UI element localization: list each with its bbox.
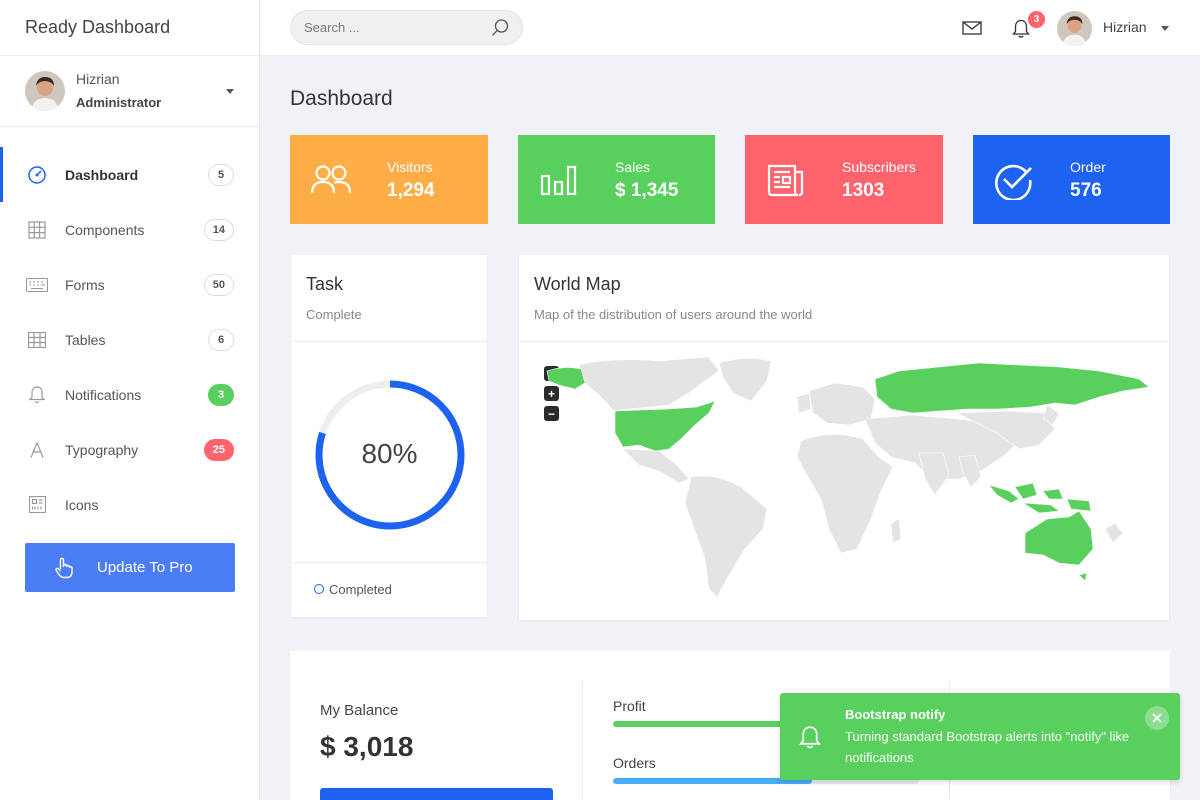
sidebar-item-dashboard[interactable]: Dashboard 5: [0, 147, 259, 202]
sidebar-item-notifications[interactable]: Notifications 3: [0, 367, 259, 422]
check-circle-icon: [995, 164, 1032, 200]
divider: [582, 681, 583, 800]
sidebar-item-label: Icons: [65, 496, 99, 513]
legend-label: Completed: [329, 582, 392, 597]
bar-chart-icon: [540, 165, 577, 196]
newspaper-icon: [767, 164, 804, 197]
sidebar: Ready Dashboard Hizrian Administrator Da…: [0, 0, 260, 800]
orders-label: Orders: [613, 755, 656, 771]
stat-value: 1303: [842, 180, 885, 201]
divider: [291, 562, 487, 563]
stat-card-subscribers: Subscribers 1303: [745, 135, 943, 224]
search-input[interactable]: [291, 11, 471, 44]
stat-label: Sales: [615, 159, 651, 175]
world-map-title: World Map: [534, 274, 621, 294]
count-badge: 6: [208, 328, 234, 351]
caret-down-icon[interactable]: [226, 89, 234, 94]
icon-grid-icon: [25, 493, 49, 517]
sidebar-item-typography[interactable]: Typography 25: [0, 422, 259, 477]
sidebar-user-name: Hizrian: [76, 71, 120, 87]
stat-card-order: Order 576: [973, 135, 1170, 224]
sidebar-item-components[interactable]: Components 14: [0, 202, 259, 257]
avatar: [25, 71, 65, 111]
close-icon: [1152, 713, 1162, 723]
balance-value: $ 3,018: [320, 731, 414, 762]
speedometer-icon: [25, 163, 49, 187]
toast-title: Bootstrap notify: [845, 707, 946, 722]
mail-icon[interactable]: [962, 20, 982, 36]
update-to-pro-label: Update To Pro: [97, 559, 193, 576]
search-box: [290, 10, 523, 45]
search-icon[interactable]: [491, 18, 510, 37]
sidebar-user[interactable]: Hizrian Administrator: [0, 56, 259, 127]
count-badge: 14: [203, 218, 234, 241]
stat-label: Order: [1070, 159, 1106, 175]
sidebar-item-tables[interactable]: Tables 6: [0, 312, 259, 367]
count-badge: 5: [208, 163, 234, 186]
stat-card-sales: Sales $ 1,345: [518, 135, 715, 224]
topbar-user-name[interactable]: Hizrian: [1103, 19, 1147, 35]
topbar: 3 Hizrian: [260, 0, 1200, 56]
users-icon: [310, 165, 352, 194]
world-map[interactable]: [519, 353, 1169, 603]
task-title: Task: [306, 274, 344, 294]
divider: [291, 341, 487, 342]
stat-card-visitors: Visitors 1,294: [290, 135, 488, 224]
sidebar-item-label: Typography: [65, 441, 139, 458]
sidebar-item-label: Notifications: [65, 386, 142, 403]
stat-value: 1,294: [387, 180, 435, 201]
sidebar-user-role: Administrator: [76, 95, 162, 110]
grid-icon: [25, 218, 49, 242]
sidebar-item-label: Tables: [65, 331, 106, 348]
count-badge: 50: [203, 273, 234, 296]
sidebar-item-label: Components: [65, 221, 145, 238]
keyboard-icon: [25, 273, 49, 297]
bell-icon: [799, 726, 821, 749]
task-card: Task Complete 80% Completed: [291, 255, 487, 617]
stat-value: $ 1,345: [615, 180, 679, 201]
stat-label: Visitors: [387, 159, 433, 175]
count-badge: 25: [203, 438, 234, 461]
notification-count-badge: 3: [1028, 11, 1045, 28]
count-badge: 3: [208, 383, 234, 406]
profit-label: Profit: [613, 698, 646, 714]
hand-pointer-icon: [55, 557, 73, 578]
divider: [519, 341, 1169, 342]
update-to-pro-button[interactable]: Update To Pro: [25, 543, 235, 592]
bell-icon: [25, 383, 49, 407]
page-title: Dashboard: [290, 87, 393, 110]
brand-logo[interactable]: Ready Dashboard: [0, 0, 259, 56]
stat-label: Subscribers: [842, 159, 916, 175]
sidebar-item-label: Forms: [65, 276, 105, 293]
world-map-card: World Map Map of the distribution of use…: [519, 255, 1169, 620]
sidebar-item-icons[interactable]: Icons: [0, 477, 259, 532]
world-map-subtitle: Map of the distribution of users around …: [534, 307, 813, 322]
balance-label: My Balance: [320, 702, 399, 719]
task-subtitle: Complete: [306, 307, 362, 322]
task-percent: 80%: [361, 438, 418, 469]
sidebar-item-forms[interactable]: Forms 50: [0, 257, 259, 312]
close-button[interactable]: [1145, 706, 1169, 730]
toast-message: Turning standard Bootstrap alerts into "…: [845, 729, 1130, 765]
table-icon: [25, 328, 49, 352]
stat-value: 576: [1070, 180, 1102, 201]
notify-toast: Bootstrap notify Turning standard Bootst…: [780, 693, 1180, 780]
legend-dot-icon: [314, 584, 324, 594]
avatar[interactable]: [1057, 11, 1092, 46]
sidebar-nav: Dashboard 5 Components 14 Forms 50 Table…: [0, 147, 259, 532]
font-icon: [25, 438, 49, 462]
caret-down-icon[interactable]: [1161, 26, 1169, 31]
sidebar-item-label: Dashboard: [65, 166, 139, 183]
balance-action-button[interactable]: [320, 788, 553, 800]
